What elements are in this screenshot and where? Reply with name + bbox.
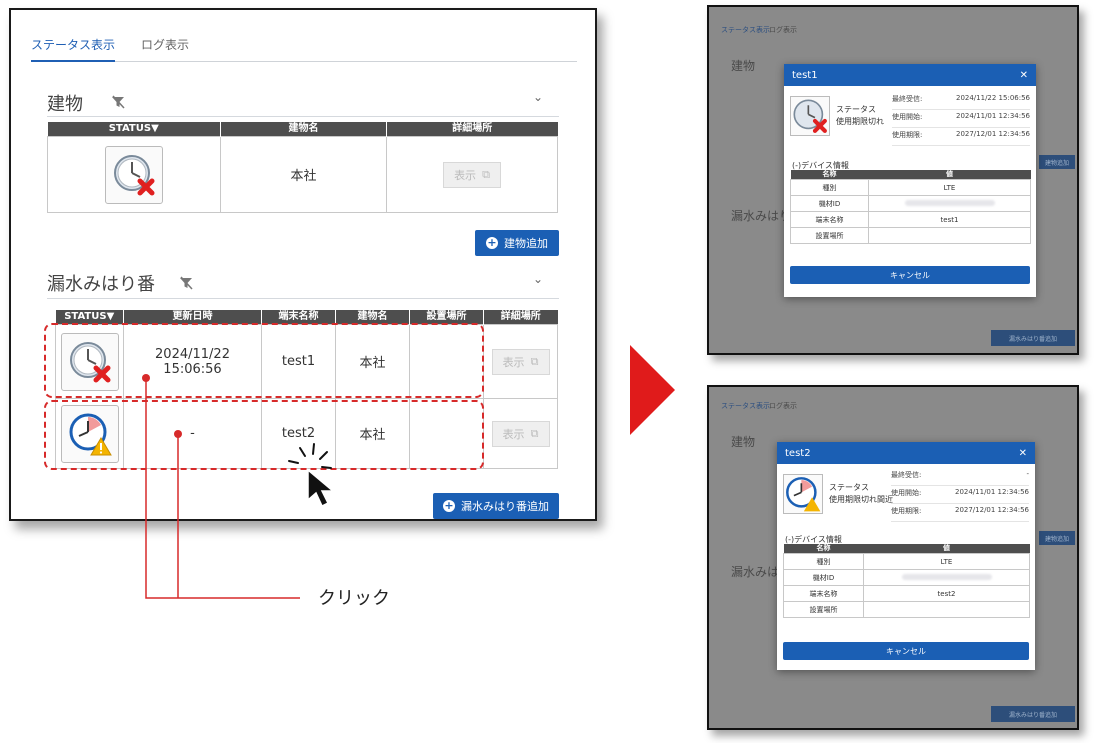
info-value: 2027/12/01 12:34:56 bbox=[955, 130, 1030, 138]
device-table: 名称値 種別 LTE 機材ID 端末名称 test1 設置場所 bbox=[790, 170, 1031, 244]
row-name: 機材ID bbox=[783, 569, 864, 586]
bg-add-leak: 漏水みはり番追加 bbox=[991, 706, 1075, 722]
bg-add-building: 建物追加 bbox=[1039, 155, 1075, 169]
info-value: 2024/11/01 12:34:56 bbox=[955, 112, 1030, 120]
table-row: 種別 LTE bbox=[783, 553, 1030, 570]
status-expired-icon bbox=[790, 96, 830, 136]
table-row: 端末名称 test1 bbox=[790, 211, 1031, 228]
info-value: 2024/11/22 15:06:56 bbox=[955, 94, 1030, 102]
bg-add-building-label: 建物追加 bbox=[1044, 159, 1069, 167]
row-name: 端末名称 bbox=[790, 211, 869, 228]
info-value: 2027/12/01 12:34:56 bbox=[954, 506, 1029, 514]
table-row: 設置場所 bbox=[790, 227, 1031, 244]
row-value: test1 bbox=[868, 211, 1031, 228]
toggle-icon: - bbox=[788, 535, 792, 544]
bg-add-building-label: 建物追加 bbox=[1044, 535, 1069, 543]
cancel-button[interactable]: キャンセル bbox=[783, 642, 1029, 660]
table-row: 機材ID bbox=[783, 569, 1030, 586]
info-value: - bbox=[1026, 470, 1029, 478]
info-value: 2024/11/01 12:34:56 bbox=[954, 488, 1029, 496]
table-row: 端末名称 test2 bbox=[783, 585, 1030, 602]
modal-title: test2 bbox=[785, 447, 811, 459]
bg-building-title: 建物 bbox=[731, 435, 756, 449]
screenshot-test1-modal: ステータス表示 ログ表示 建物 漏水みはり 建物追加 漏水みはり番追加 test… bbox=[707, 5, 1079, 355]
modal-status-label: ステータス bbox=[829, 483, 869, 492]
redacted-value bbox=[901, 573, 992, 580]
device-heading-label: デバイス情報 bbox=[794, 535, 842, 544]
cancel-button[interactable]: キャンセル bbox=[790, 266, 1030, 284]
table-row: 設置場所 bbox=[783, 601, 1030, 618]
screenshot-test2-modal: ステータス表示 ログ表示 建物 漏水みはり 建物追加 漏水みはり番追加 test… bbox=[707, 385, 1079, 730]
toggle-icon: - bbox=[795, 161, 799, 170]
bg-add-building: 建物追加 bbox=[1039, 531, 1075, 545]
status-warning-icon bbox=[783, 474, 823, 514]
row-name: 設置場所 bbox=[783, 601, 864, 618]
info-label: 使用期限: bbox=[892, 131, 923, 139]
redacted-value bbox=[904, 199, 995, 206]
next-step-arrow bbox=[630, 345, 675, 435]
modal-title: test1 bbox=[792, 69, 818, 81]
row-name: 設置場所 bbox=[790, 227, 869, 244]
col-value: 値 bbox=[868, 170, 1031, 180]
close-icon[interactable]: ✕ bbox=[1019, 448, 1027, 459]
row-name: 種別 bbox=[783, 553, 864, 570]
bg-tab-status: ステータス表示 bbox=[721, 26, 770, 34]
info-label: 最終受信: bbox=[891, 471, 922, 479]
info-label: 最終受信: bbox=[892, 95, 923, 103]
bg-tab-status: ステータス表示 bbox=[721, 402, 770, 410]
modal-info-block: 最終受信: - 使用開始: 2024/11/01 12:34:56 使用期限: 202… bbox=[891, 470, 1029, 522]
modal-status-value: 使用期限切れ間近 bbox=[829, 495, 893, 504]
col-name: 名称 bbox=[783, 544, 864, 554]
device-table: 名称値 種別 LTE 機材ID 端末名称 test2 設置場所 bbox=[783, 544, 1030, 618]
bg-add-leak-label: 漏水みはり番追加 bbox=[1008, 711, 1057, 719]
bg-add-leak-label: 漏水みはり番追加 bbox=[1008, 335, 1057, 343]
bg-add-leak: 漏水みはり番追加 bbox=[991, 330, 1075, 346]
row-name: 端末名称 bbox=[783, 585, 864, 602]
row-value: test2 bbox=[863, 585, 1030, 602]
row-name: 機材ID bbox=[790, 195, 869, 212]
bg-tab-log: ログ表示 bbox=[769, 26, 797, 34]
row-name: 種別 bbox=[790, 179, 869, 196]
col-value: 値 bbox=[863, 544, 1030, 554]
bg-building-title: 建物 bbox=[731, 59, 756, 73]
bg-tab-log: ログ表示 bbox=[769, 402, 797, 410]
device-heading-label: デバイス情報 bbox=[801, 161, 849, 170]
info-label: 使用開始: bbox=[892, 113, 923, 121]
close-icon[interactable]: ✕ bbox=[1020, 70, 1028, 81]
info-label: 使用期限: bbox=[891, 507, 922, 515]
modal-status-label: ステータス bbox=[836, 105, 876, 114]
col-name: 名称 bbox=[790, 170, 869, 180]
row-value: LTE bbox=[863, 553, 1030, 570]
row-value: LTE bbox=[868, 179, 1031, 196]
click-callout-label: クリック bbox=[318, 588, 390, 609]
modal-status-value: 使用期限切れ bbox=[836, 117, 884, 126]
modal-header: test1 ✕ bbox=[784, 64, 1036, 86]
table-row: 機材ID bbox=[790, 195, 1031, 212]
info-label: 使用開始: bbox=[891, 489, 922, 497]
modal-header: test2 ✕ bbox=[777, 442, 1035, 464]
table-row: 種別 LTE bbox=[790, 179, 1031, 196]
row-value bbox=[868, 227, 1031, 244]
row-value bbox=[863, 601, 1030, 618]
device-modal-test2: test2 ✕ ステータス 使用期限切れ間近 最終受信: - 使用開始: 2024/… bbox=[777, 442, 1035, 670]
modal-info-block: 最終受信: 2024/11/22 15:06:56 使用開始: 2024/11/01… bbox=[892, 94, 1030, 146]
device-modal-test1: test1 ✕ ステータス 使用期限切れ 最終受信: 2024/11/22 15:… bbox=[784, 64, 1036, 297]
bg-leak-title: 漏水みはり bbox=[731, 209, 792, 223]
